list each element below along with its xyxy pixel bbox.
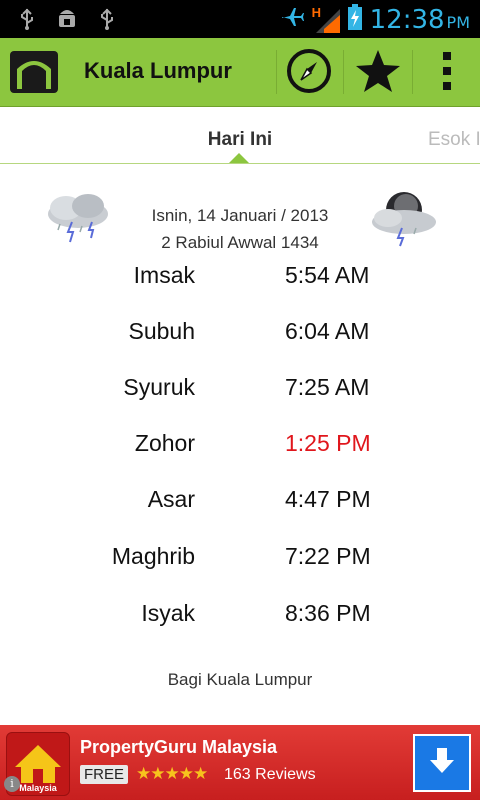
storm-cloud-icon (42, 190, 114, 246)
tab-today[interactable]: Hari Ini (180, 129, 300, 151)
prayer-name: Subuh (128, 318, 195, 344)
battery-charging-icon (347, 4, 362, 35)
prayer-name: Asar (147, 486, 195, 512)
favorite-button[interactable] (353, 48, 403, 98)
prayer-name: Isyak (141, 600, 195, 626)
stars: ★★★★★ (136, 764, 208, 783)
ad-banner[interactable]: Malaysia PropertyGuru Malaysia FREE ★★★★… (0, 725, 480, 800)
prayer-row-asar: Asar 4:47 PM (0, 486, 480, 526)
prayer-time: 6:04 AM (285, 318, 370, 344)
prayer-time: 4:47 PM (285, 486, 371, 512)
compass-button[interactable] (284, 48, 334, 98)
usb-icon (16, 6, 38, 32)
divider (343, 50, 344, 94)
download-arrow-icon (427, 746, 457, 781)
prayer-name: Imsak (133, 262, 195, 288)
compass-icon (286, 48, 332, 99)
ad-info-icon[interactable]: i (4, 776, 20, 792)
action-bar: Kuala Lumpur (0, 38, 480, 107)
prayer-row-subuh: Subuh 6:04 AM (0, 318, 480, 358)
prayer-time: 8:36 PM (285, 600, 371, 626)
usb-icon (96, 6, 118, 32)
prayer-row-syuruk: Syuruk 7:25 AM (0, 374, 480, 414)
overflow-menu-icon (442, 50, 452, 97)
android-debug-icon (56, 6, 78, 32)
prayer-time: 7:22 PM (285, 543, 371, 569)
airplane-icon (280, 5, 304, 34)
review-count: 163 Reviews (224, 766, 316, 783)
divider (412, 50, 413, 94)
night-storm-icon (368, 188, 440, 248)
day-tabs: Hari Ini Esok I (0, 107, 480, 164)
prayer-row-zohor: Zohor 1:25 PM (0, 430, 480, 470)
tab-tomorrow[interactable]: Esok I (428, 129, 480, 151)
ad-title[interactable]: PropertyGuru Malaysia (80, 737, 277, 758)
tab-indicator (229, 153, 249, 163)
prayer-row-imsak: Imsak 5:54 AM (0, 262, 480, 302)
clock-time: 12:38 (369, 4, 445, 35)
prayer-time: 7:25 AM (285, 374, 370, 400)
current-prayer-time: 1:25 PM (285, 430, 371, 456)
app-title: Kuala Lumpur (84, 58, 232, 83)
mosque-logo-icon[interactable] (8, 49, 60, 95)
prayer-row-isyak: Isyak 8:36 PM (0, 600, 480, 640)
location-footer: Bagi Kuala Lumpur (167, 670, 313, 689)
prayer-name: Syuruk (123, 374, 195, 400)
prayer-row-maghrib: Maghrib 7:22 PM (0, 543, 480, 583)
star-icon (354, 48, 402, 99)
prayer-time: 5:54 AM (285, 262, 370, 288)
clock: 12:38 PM (370, 5, 470, 35)
gregorian-date: Isnin, 14 Januari / 2013 (151, 206, 329, 225)
prayer-name: Zohor (134, 430, 195, 456)
free-badge: FREE (80, 765, 129, 784)
hijri-date: 2 Rabiul Awwal 1434 (161, 233, 319, 249)
download-button[interactable] (413, 734, 471, 792)
clock-ampm: PM (446, 12, 470, 32)
overflow-menu-button[interactable] (422, 48, 472, 98)
status-bar: H 12:38 PM (0, 0, 480, 38)
rating-stars: ★★★★★ (136, 764, 208, 784)
signal-icon: H (312, 5, 340, 33)
prayer-name: Maghrib (111, 543, 195, 569)
divider (276, 50, 277, 94)
